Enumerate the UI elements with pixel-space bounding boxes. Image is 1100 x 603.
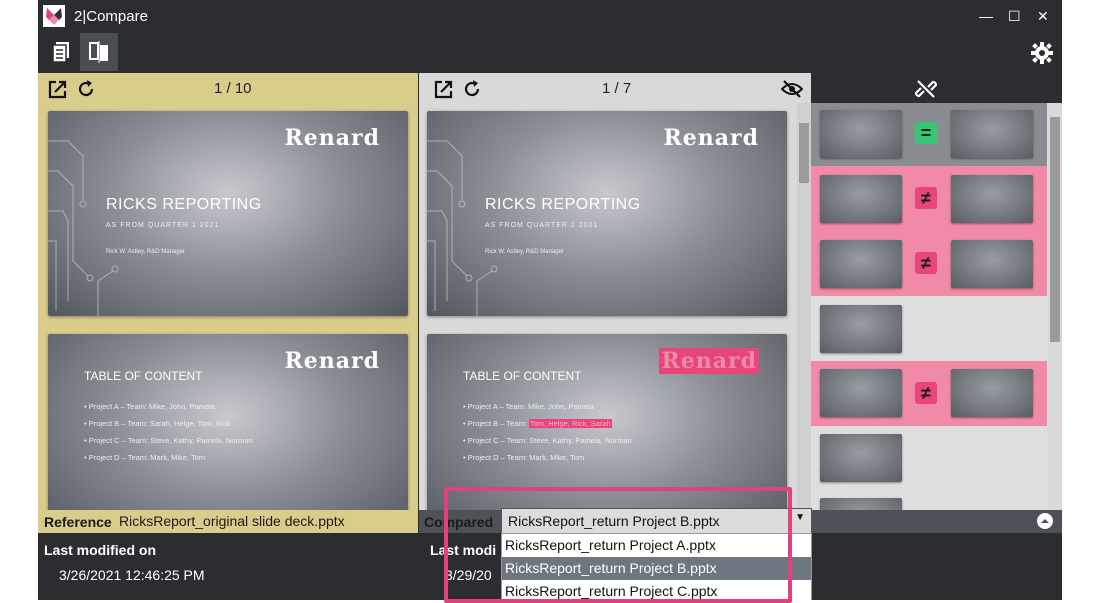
compared-header: 1 / 7 [419,73,811,103]
thumbnail-reference[interactable] [820,369,902,417]
slide-brand-logo: Renard [284,125,380,151]
thumbnail-reference[interactable] [820,175,902,223]
hide-differences-icon[interactable] [781,79,803,99]
slide-brand-logo: Renard [663,125,759,151]
refresh-icon[interactable] [76,79,96,99]
thumbnail-compared[interactable] [951,369,1033,417]
toc-list: Project A – Team: Mike, John, Pamela Pro… [84,402,253,470]
maximize-button[interactable]: ☐ [1008,8,1021,25]
compared-slide-2[interactable]: Renard TABLE OF CONTENT Project A – Team… [427,334,787,510]
slide-title: RICKS REPORTING [485,196,641,213]
reference-header: 1 / 10 [38,73,418,103]
changed-text-highlight: Tom, Helge, Rick, Sarah [528,419,612,428]
thumbnail-compared[interactable] [951,175,1033,223]
last-modified-value: 3/26/2021 12:46:25 PM [59,567,205,583]
not-equal-icon: ≠ [915,252,937,274]
last-modified-label: Last modified on [44,542,156,558]
toc-item-changed: Project B – Team: Tom, Helge, Rick, Sara… [463,419,632,428]
slide-brand-logo: Renard [284,348,380,374]
thumbnail-reference[interactable] [820,498,902,510]
window-title: 2|Compare [74,8,148,25]
overview-scrollbar[interactable] [1048,103,1062,510]
reference-slide-2[interactable]: Renard TABLE OF CONTENT Project A – Team… [48,334,408,510]
reference-page-counter: 1 / 10 [214,80,252,97]
overview-header [811,73,1062,103]
thumbnail-compared[interactable] [951,110,1033,158]
slide-brand-logo-changed: Renard [659,348,759,374]
scrollbar-thumb[interactable] [799,123,809,183]
reference-slide-1[interactable]: Renard RICKS REPORTING AS FROM QUARTER 1… [48,111,408,316]
reference-panel: 1 / 10 Renard RICKS REPORTING AS FROM QU… [38,73,418,510]
documents-button[interactable] [42,33,80,71]
toc-item: Project B – Team: Sarah, Helge, Tom, Ric… [84,419,253,428]
toc-item: Project D – Team: Mark, Mike, Tom [84,453,253,462]
app-logo-icon [43,5,65,27]
toc-item: Project C – Team: Steve, Kathy, Pamela, … [84,436,253,445]
reference-label: Reference [44,514,112,530]
toc-item: Project A – Team: Mike, John, Pamela [84,402,253,411]
toc-item: Project C – Team: Steve, Kathy, Pamela, … [463,436,632,445]
open-external-icon[interactable] [48,79,68,99]
not-equal-icon: ≠ [915,187,937,209]
close-button[interactable]: ✕ [1037,8,1049,25]
compared-slide-1[interactable]: Renard RICKS REPORTING AS FROM QUARTER 1… [427,111,787,316]
slide-author: Rick W. Astley, R&D Manager [106,249,185,255]
comparison-overview-panel: = ≠ ≠ ≠ [811,73,1062,510]
toc-item: Project D – Team: Mark, Mike, Tom [463,453,632,462]
slide-title: RICKS REPORTING [106,196,262,213]
compared-scrollbar[interactable] [797,103,811,510]
thumbnail-reference[interactable] [820,110,902,158]
unlink-icon[interactable] [915,78,937,100]
slide-subtitle: AS FROM QUARTER 1 2021 [106,222,220,229]
compare-view-button[interactable] [80,33,118,71]
compared-page-counter: 1 / 7 [602,80,632,97]
chevron-down-icon[interactable]: ▼ [795,512,805,523]
compare-view-icon [89,41,108,63]
toc-title: TABLE OF CONTENT [84,369,203,383]
slide-author: Rick W. Astley, R&D Manager [485,249,564,255]
scrollbar-thumb[interactable] [1050,117,1060,342]
toc-item: Project A – Team: Mike, John, Pamela [463,402,632,411]
toc-list: Project A – Team: Mike, John, Pamela Pro… [463,402,632,470]
reference-filename: RicksReport_original slide deck.pptx [119,513,345,529]
toolbar [38,33,1062,73]
toc-title: TABLE OF CONTENT [463,369,582,383]
slide-subtitle: AS FROM QUARTER 1 2021 [485,222,599,229]
compared-panel: 1 / 7 Renard RICKS REPORTING AS FROM QUA… [419,73,811,510]
collapse-up-icon[interactable] [1037,513,1053,529]
title-bar: 2|Compare — ☐ ✕ [38,0,1062,33]
gear-icon[interactable] [1031,42,1053,64]
minimize-button[interactable]: — [979,8,993,24]
refresh-icon[interactable] [462,79,482,99]
thumbnail-reference[interactable] [820,305,902,353]
reference-file-bar: Reference RicksReport_original slide dec… [38,510,418,533]
documents-icon [52,42,69,63]
equal-icon: = [915,122,937,144]
toc-item-prefix: Project B – Team: [467,419,529,428]
thumbnail-reference[interactable] [820,240,902,288]
open-external-icon[interactable] [434,79,454,99]
thumbnail-compared[interactable] [951,240,1033,288]
thumbnail-reference[interactable] [820,434,902,482]
not-equal-icon: ≠ [915,382,937,404]
annotation-highlight-box [444,487,792,603]
